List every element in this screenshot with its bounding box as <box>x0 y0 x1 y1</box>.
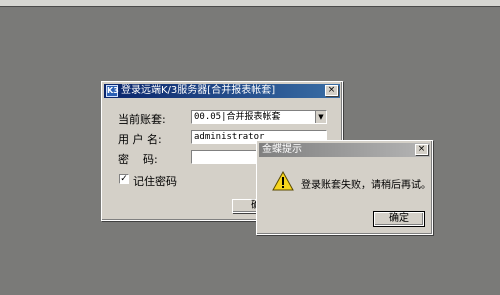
remember-password-checkbox[interactable]: ✓ <box>119 174 129 184</box>
password-label: 密 码: <box>118 153 158 166</box>
username-label: 用 户 名: <box>118 133 162 146</box>
login-dialog-title: 登录远端K/3服务器[合并报表帐套] <box>121 85 276 96</box>
account-select[interactable]: 00.05|合并报表帐套 ▼ <box>191 110 327 124</box>
warning-icon <box>272 171 294 191</box>
alert-message: 登录账套失败，请稍后再试。 <box>301 180 431 191</box>
remember-password-label: 记住密码 <box>133 175 177 188</box>
username-value: administrator <box>194 132 265 142</box>
account-select-value: 00.05|合并报表帐套 <box>194 112 281 122</box>
alert-dialog-title: 金蝶提示 <box>262 144 302 155</box>
close-icon[interactable]: × <box>415 144 428 155</box>
chevron-down-icon[interactable]: ▼ <box>315 111 326 123</box>
login-dialog-titlebar[interactable]: K3 登录远端K/3服务器[合并报表帐套] × <box>104 84 340 98</box>
close-icon[interactable]: × <box>325 85 338 96</box>
k3-app-icon: K3 <box>106 85 119 97</box>
alert-ok-button[interactable]: 确定 <box>373 211 425 227</box>
desktop-top-strip <box>0 0 500 7</box>
account-label: 当前账套: <box>118 113 166 126</box>
alert-ok-label: 确定 <box>389 213 409 224</box>
alert-dialog: 金蝶提示 × 登录账套失败，请稍后再试。 确定 <box>256 140 433 235</box>
alert-dialog-titlebar[interactable]: 金蝶提示 × <box>259 143 430 157</box>
